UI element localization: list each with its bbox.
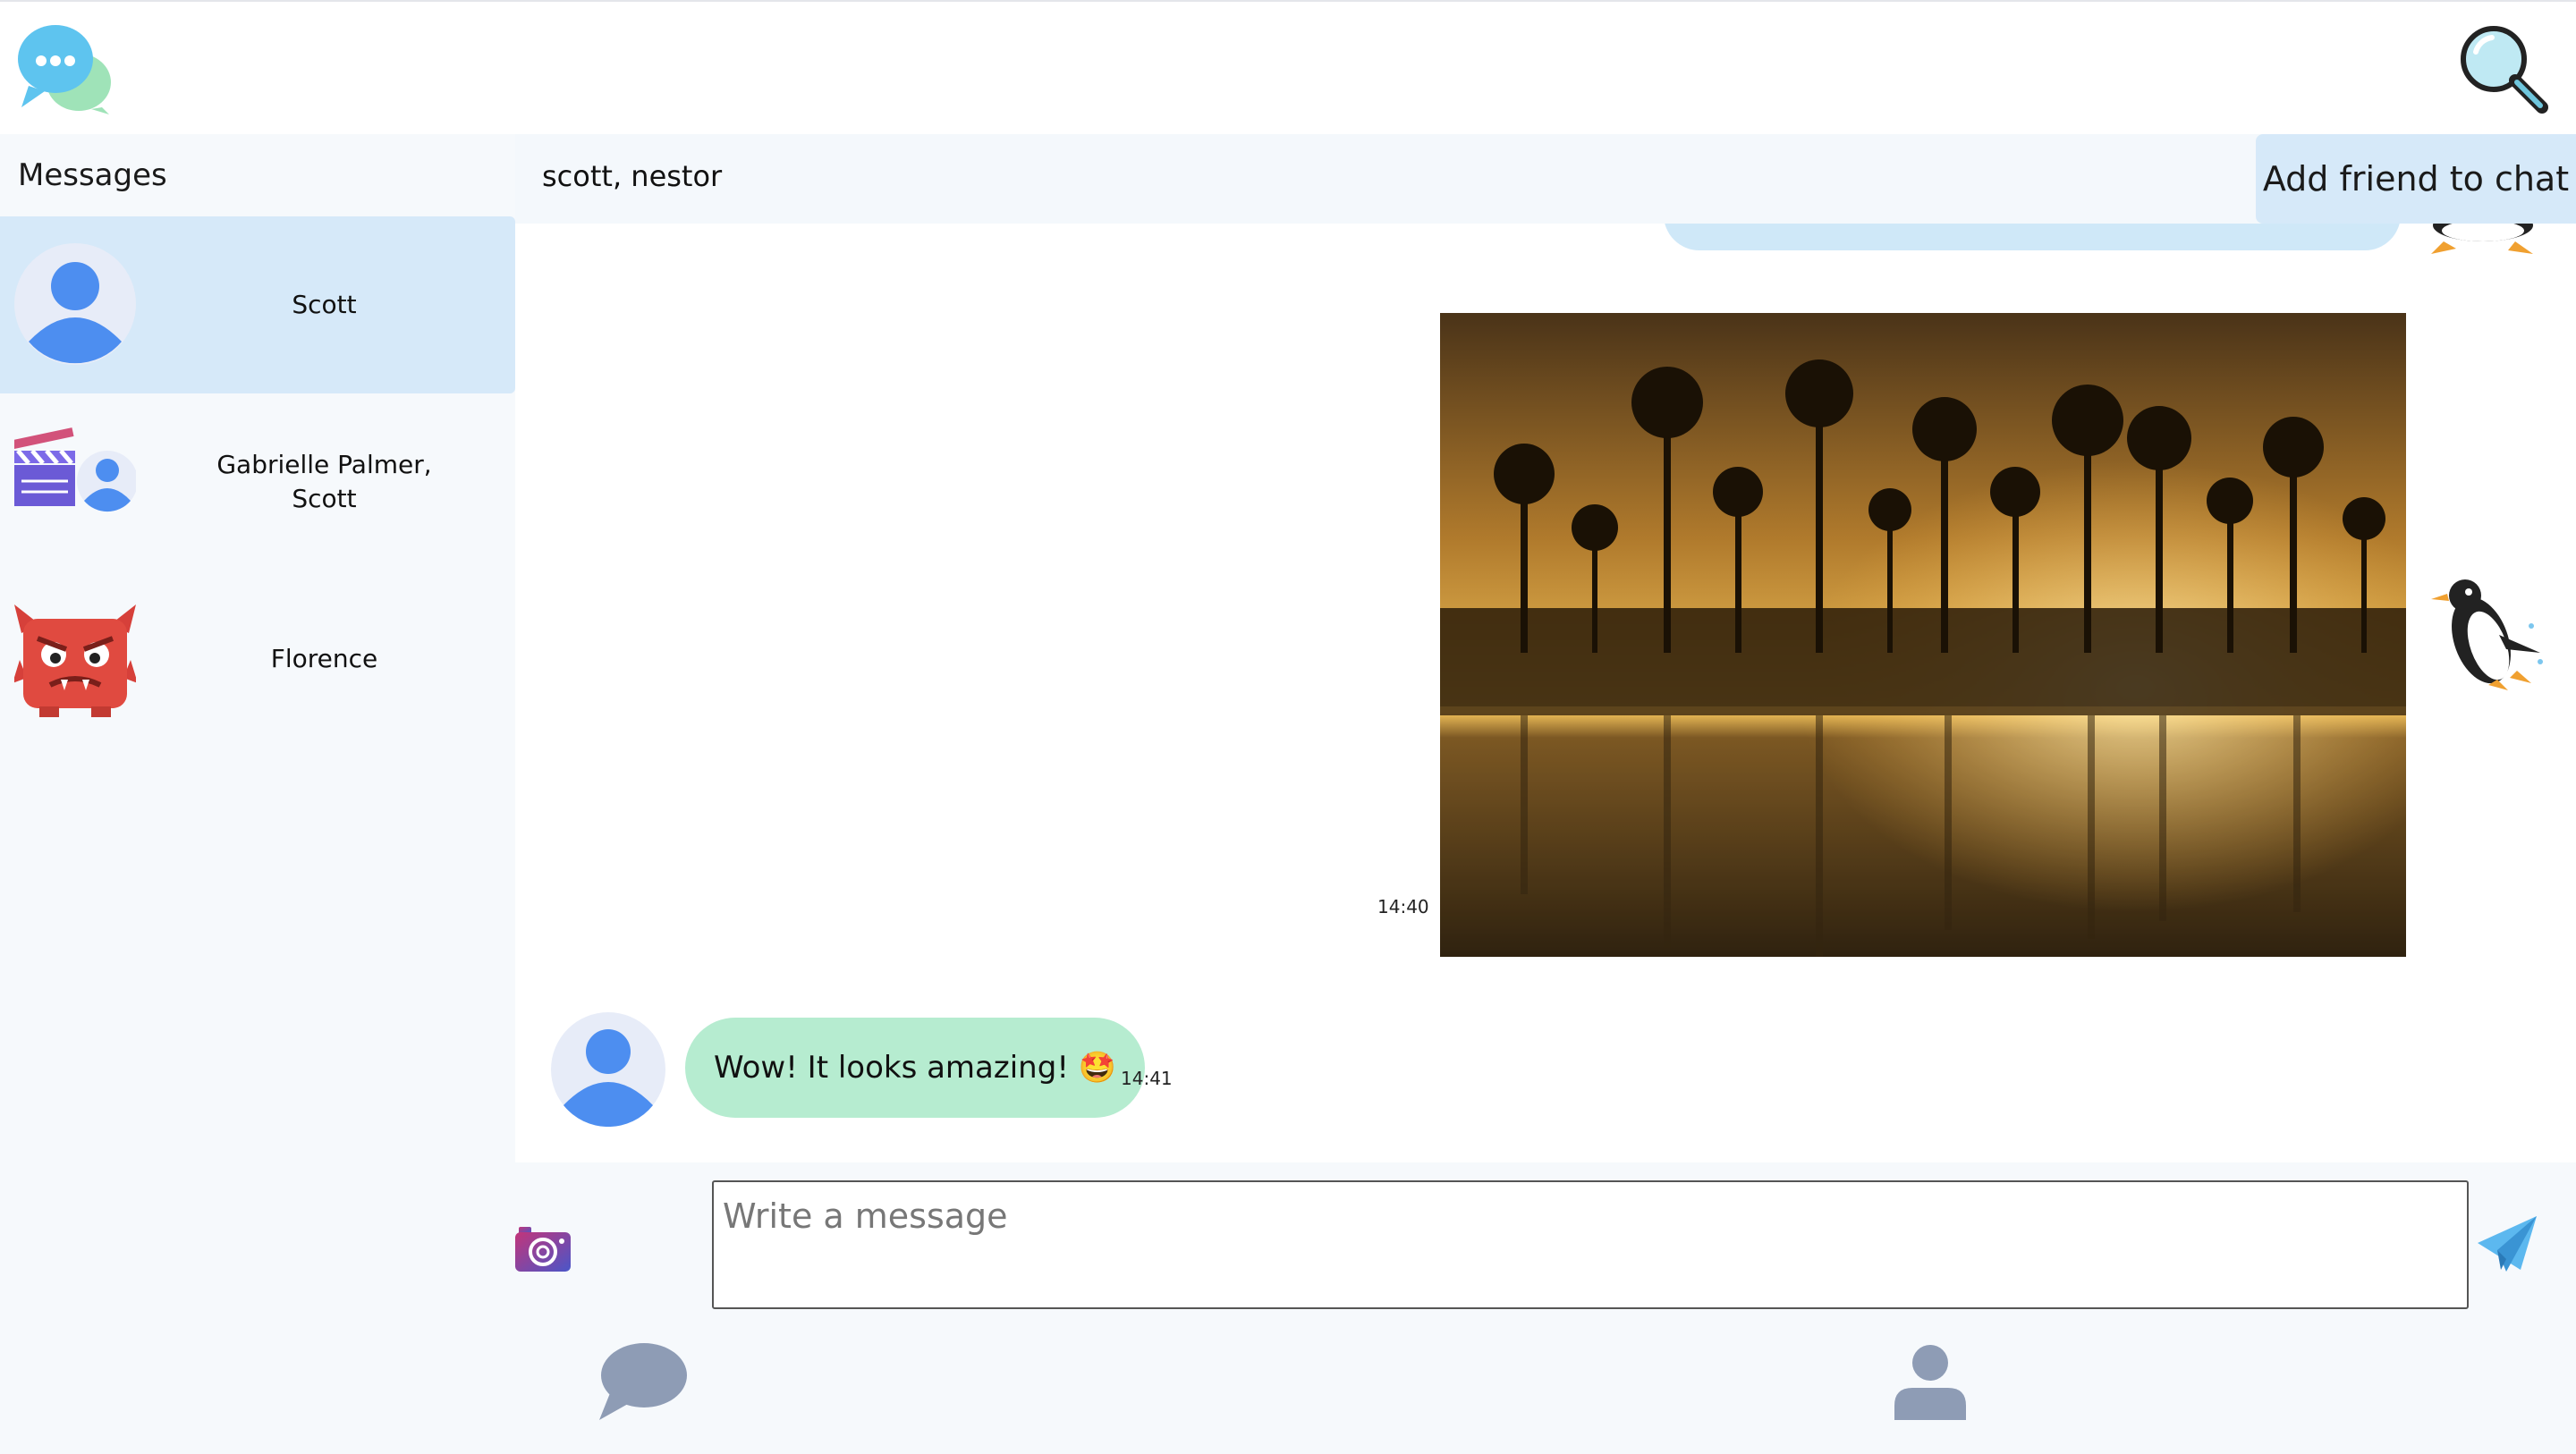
- message-timestamp: 14:41: [1121, 1068, 1173, 1089]
- chat-title: scott, nestor: [542, 159, 723, 193]
- speech-bubble-icon[interactable]: [597, 1341, 687, 1422]
- previous-message-bubble: [1664, 224, 2401, 250]
- conversation-list: Scott Gabrielle Palmer, Scott Florence: [0, 216, 515, 1164]
- sidebar-title: Messages: [18, 157, 167, 193]
- person-avatar-icon: [14, 243, 136, 365]
- conversation-name: Scott: [292, 290, 357, 319]
- person-icon[interactable]: [1894, 1343, 1966, 1420]
- top-bar: [0, 0, 2576, 134]
- message-composer: [515, 1162, 2576, 1323]
- message-list[interactable]: 14:40 Wow! It looks amazing! 🤩 14:41: [515, 224, 2576, 1162]
- chat-bubbles-logo-icon[interactable]: [16, 21, 114, 116]
- incoming-message-bubble: Wow! It looks amazing! 🤩: [685, 1018, 1146, 1118]
- conversation-name: Florence: [270, 644, 378, 673]
- conversation-item-scott[interactable]: Scott: [0, 216, 515, 393]
- message-timestamp: 14:40: [1377, 896, 1429, 917]
- paper-plane-icon[interactable]: [2478, 1216, 2537, 1273]
- conversation-item-gabrielle-scott[interactable]: Gabrielle Palmer, Scott: [0, 393, 515, 571]
- penguin-sticker-icon: [2431, 224, 2533, 254]
- message-input[interactable]: [712, 1180, 2469, 1309]
- group-avatar-icon: [14, 427, 136, 512]
- sidebar-header: Messages: [0, 134, 515, 216]
- conversation-item-florence[interactable]: Florence: [0, 571, 515, 748]
- conversation-name: Gabrielle Palmer, Scott: [216, 450, 432, 513]
- penguin-sticker-icon: [2431, 579, 2543, 690]
- magnifier-icon[interactable]: [2456, 21, 2549, 114]
- sunset-palm-photo[interactable]: [1440, 313, 2406, 957]
- chat-header: scott, nestor Add friend to chat: [515, 134, 2576, 224]
- add-friend-button[interactable]: Add friend to chat: [2256, 134, 2576, 224]
- camera-icon[interactable]: [515, 1222, 571, 1272]
- red-monster-avatar-icon: [14, 604, 136, 717]
- bottom-navigation: [0, 1323, 2576, 1454]
- person-avatar-icon: [551, 1012, 665, 1127]
